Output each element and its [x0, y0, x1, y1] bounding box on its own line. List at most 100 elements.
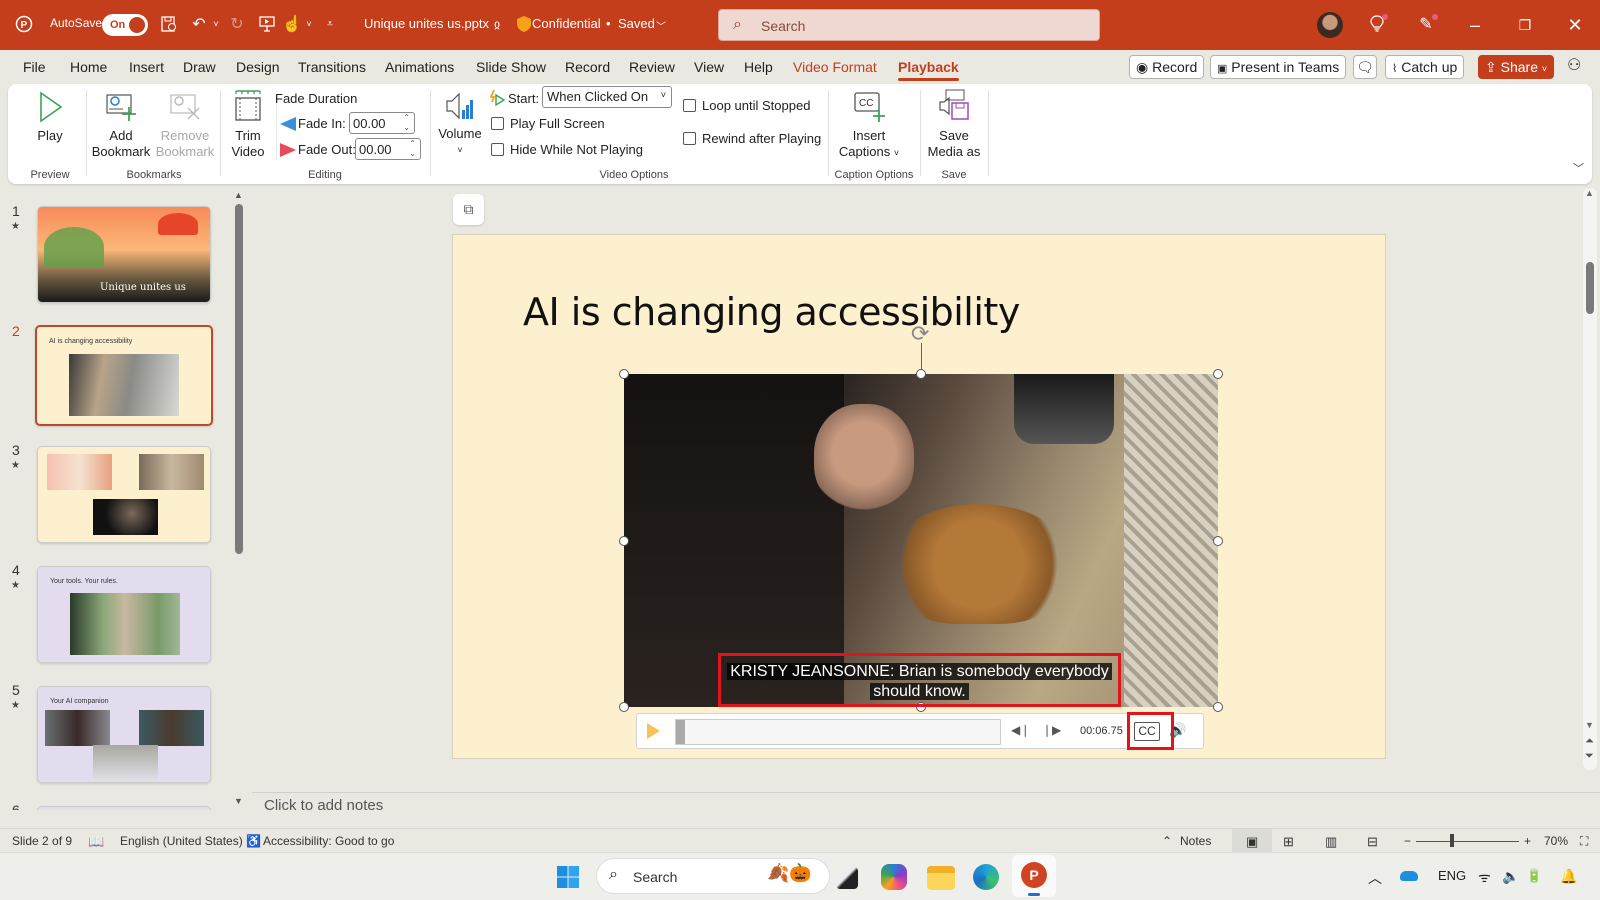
autosave-toggle[interactable]: On [102, 14, 148, 36]
customize-qat-icon[interactable]: ⩡ [319, 13, 341, 35]
thumbnail-scrollbar[interactable]: ▲ ▼ [234, 190, 244, 810]
redo-icon[interactable]: ↻ [226, 13, 248, 35]
zoom-slider[interactable] [1416, 841, 1519, 842]
copilot-button[interactable]: ⧉ [453, 194, 484, 225]
user-avatar[interactable] [1317, 12, 1343, 38]
resize-handle[interactable] [619, 369, 629, 379]
accessibility-status[interactable]: Accessibility: Good to go [263, 834, 394, 848]
tab-home[interactable]: Home [70, 59, 107, 75]
wifi-icon[interactable]: ᯤ [1478, 868, 1491, 887]
task-view-icon[interactable] [836, 867, 858, 889]
tab-file[interactable]: File [23, 59, 46, 75]
notes-button[interactable]: Notes [1180, 834, 1211, 848]
fade-in-spinner[interactable]: 00.00 ⌃ ⌄ [349, 112, 415, 134]
file-explorer-icon[interactable] [927, 866, 955, 890]
slide-thumbnail-1[interactable]: Unique unites us [37, 206, 211, 303]
slide-counter[interactable]: Slide 2 of 9 [12, 834, 72, 848]
tab-view[interactable]: View [694, 59, 724, 75]
battery-icon[interactable]: 🔋 [1526, 868, 1542, 884]
play-button[interactable]: Play [22, 90, 78, 144]
hide-while-not-playing-checkbox[interactable]: Hide While Not Playing [491, 142, 643, 157]
scroll-up-arrow-icon[interactable]: ▲ [1585, 188, 1594, 198]
tab-playback[interactable]: Playback [898, 59, 959, 81]
step-forward-button[interactable]: ❘▶ [1042, 723, 1061, 737]
sensitivity-label[interactable]: Confidential [532, 16, 601, 31]
coauthor-icon[interactable]: ⚇ [1567, 55, 1581, 75]
step-back-button[interactable]: ◀❘ [1011, 723, 1030, 737]
tab-review[interactable]: Review [629, 59, 675, 75]
input-language[interactable]: ENG [1438, 868, 1466, 883]
save-icon[interactable] [158, 13, 180, 35]
save-status[interactable]: Saved [618, 16, 655, 31]
tab-animations[interactable]: Animations [385, 59, 454, 75]
tab-record[interactable]: Record [565, 59, 610, 75]
notification-bell-icon[interactable]: 🔔 [1560, 868, 1577, 885]
slide-show-view-icon[interactable]: ⊟ [1367, 834, 1378, 850]
slide-title[interactable]: AI is changing accessibility [523, 290, 1020, 334]
powerpoint-taskbar-button[interactable]: P [1012, 855, 1056, 897]
close-button[interactable]: ✕ [1560, 10, 1590, 40]
edge-browser-icon[interactable] [973, 864, 999, 890]
tab-draw[interactable]: Draw [183, 59, 216, 75]
spelling-check-icon[interactable]: 📖 [88, 834, 104, 850]
copilot-app-icon[interactable] [881, 864, 907, 890]
scroll-down-arrow-icon[interactable]: ▼ [234, 796, 243, 806]
start-dropdown[interactable]: When Clicked On ˅ [542, 86, 672, 108]
scrollbar-thumb[interactable] [235, 204, 243, 554]
remove-bookmark-button[interactable]: Remove Bookmark [153, 90, 217, 160]
collapse-ribbon-chevron-icon[interactable]: ﹀ [1573, 160, 1584, 176]
save-media-as-button[interactable]: Save Media as [924, 88, 984, 160]
resize-handle[interactable] [1213, 536, 1223, 546]
volume-button[interactable]: Volume ˅ [438, 90, 482, 158]
fade-out-spinner[interactable]: 00.00 ⌃ ⌄ [355, 138, 421, 160]
minimize-button[interactable]: – [1460, 10, 1490, 40]
checkbox-box[interactable] [491, 143, 504, 156]
record-button[interactable]: ◉ Record [1129, 55, 1205, 79]
checkbox-box[interactable] [683, 99, 696, 112]
loop-until-stopped-checkbox[interactable]: Loop until Stopped [683, 98, 810, 113]
add-bookmark-button[interactable]: Add Bookmark [90, 90, 152, 160]
slide-thumbnail-4[interactable]: Your tools. Your rules. [37, 566, 211, 663]
zoom-slider-thumb[interactable] [1450, 834, 1454, 847]
normal-view-button[interactable]: ▣ [1232, 829, 1272, 853]
slide-sorter-icon[interactable]: ⊞ [1283, 834, 1294, 850]
notes-pane[interactable]: Click to add notes [252, 792, 1600, 818]
show-hidden-icons-chevron[interactable]: ︿ [1368, 868, 1382, 888]
present-from-start-icon[interactable] [256, 13, 278, 35]
rewind-after-playing-checkbox[interactable]: Rewind after Playing [683, 131, 821, 146]
zoom-out-button[interactable]: − [1404, 834, 1411, 848]
file-name[interactable]: Unique unites us.pptx [364, 16, 489, 31]
resize-handle[interactable] [916, 369, 926, 379]
play-full-screen-checkbox[interactable]: Play Full Screen [491, 116, 605, 131]
zoom-level[interactable]: 70% [1544, 834, 1568, 848]
language-indicator[interactable]: English (United States) [120, 834, 243, 848]
touch-dropdown-icon[interactable]: ˅ [298, 13, 320, 35]
scrollbar-thumb[interactable] [1586, 262, 1594, 314]
slide-thumbnail-2[interactable]: AI is changing accessibility [35, 325, 213, 426]
checkbox-box[interactable] [683, 132, 696, 145]
speaker-icon[interactable]: 🔈 [1502, 868, 1519, 885]
save-status-chevron-icon[interactable]: ﹀ [656, 18, 666, 33]
taskbar-search[interactable]: ⌕ Search 🍂🎃 [596, 858, 830, 894]
comments-button[interactable]: 🗨 [1353, 55, 1377, 79]
present-in-teams-button[interactable]: ▣ Present in Teams [1210, 55, 1347, 79]
scroll-up-arrow-icon[interactable]: ▲ [234, 190, 243, 200]
video-progress-bar[interactable] [675, 719, 1001, 745]
windows-start-icon[interactable] [556, 865, 580, 892]
trim-video-button[interactable]: Trim Video [222, 88, 274, 160]
search-box[interactable]: ⌕ Search [718, 9, 1100, 41]
tab-video-format[interactable]: Video Format [793, 59, 877, 75]
restore-button[interactable]: ❐ [1510, 10, 1540, 40]
share-people-icon[interactable]: ჲ [486, 13, 508, 35]
resize-handle[interactable] [619, 702, 629, 712]
fit-to-window-icon[interactable]: ⛶ [1580, 834, 1588, 849]
insert-captions-button[interactable]: CC Insert Captions ˅ [836, 90, 902, 161]
undo-dropdown-icon[interactable]: ˅ [205, 13, 227, 35]
editor-vertical-scrollbar[interactable]: ▲ ▼ [1583, 188, 1597, 770]
checkbox-box[interactable] [491, 117, 504, 130]
next-slide-icon[interactable]: ⏷ [1585, 750, 1594, 762]
resize-handle[interactable] [619, 536, 629, 546]
catch-up-button[interactable]: ⌇ Catch up [1385, 55, 1465, 79]
tab-slide-show[interactable]: Slide Show [476, 59, 546, 75]
tab-design[interactable]: Design [236, 59, 280, 75]
